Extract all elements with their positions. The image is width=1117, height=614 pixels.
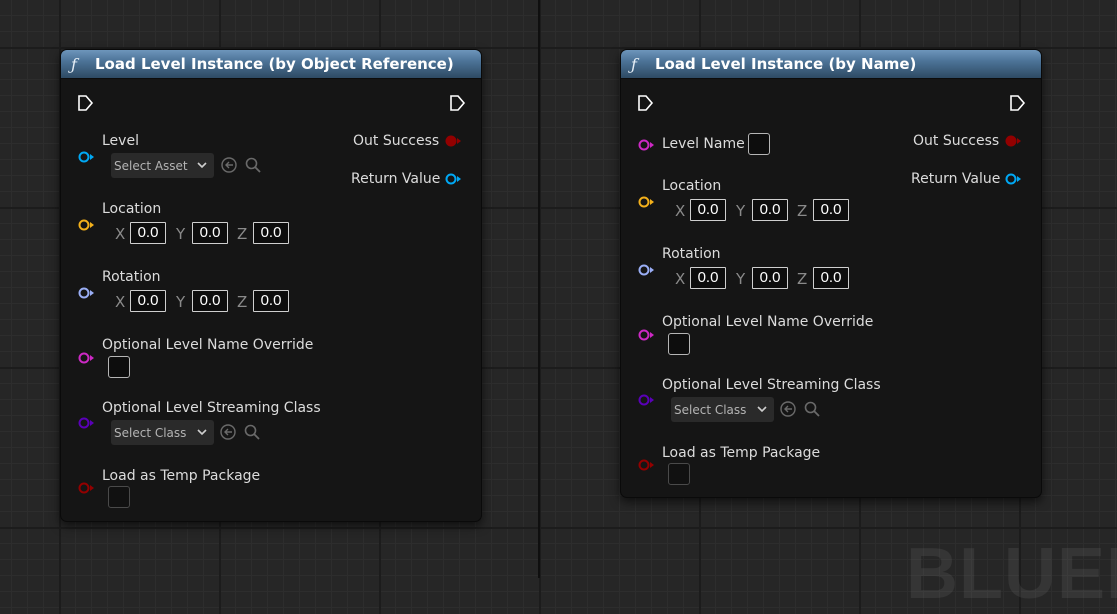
rotation-label: Rotation [662,246,721,262]
name-override-label: Optional Level Name Override [102,337,314,353]
exec-input-pin[interactable] [637,94,655,112]
object-output-pin-icon[interactable] [444,173,462,185]
name-pin-icon[interactable] [637,329,655,341]
function-icon: ƒ [631,54,637,74]
return-value-label: Return Value [351,171,441,187]
object-output-pin-icon[interactable] [1004,173,1022,185]
vector-pin-icon[interactable] [77,219,95,231]
chevron-down-icon [197,429,207,436]
x-axis-label: X [675,202,686,220]
rotation-label: Rotation [102,269,161,285]
out-success-label: Out Success [913,133,1000,149]
browse-search-icon[interactable] [244,156,262,174]
name-pin-icon[interactable] [637,139,655,151]
temp-package-checkbox[interactable] [668,463,690,485]
node-load-level-by-name[interactable]: ƒ Load Level Instance (by Name) Level Na… [620,49,1042,498]
chevron-down-icon [757,406,767,413]
select-class-dropdown[interactable]: Select Class [111,420,214,445]
node-header[interactable]: ƒ Load Level Instance (by Name) [621,50,1041,79]
z-axis-label: Z [237,225,248,243]
x-axis-label: X [115,293,126,311]
vector-pin-icon[interactable] [637,196,655,208]
exec-output-pin[interactable] [449,94,467,112]
location-label: Location [102,201,162,217]
location-z-input[interactable]: 0.0 [253,222,289,244]
node-title: Load Level Instance (by Object Reference… [95,55,454,73]
x-axis-label: X [115,225,126,243]
level-name-input[interactable] [748,133,770,155]
bool-pin-icon[interactable] [637,459,655,471]
function-icon: ƒ [71,54,77,74]
class-pin-icon[interactable] [637,394,655,406]
use-selected-class-icon[interactable] [219,423,237,441]
bool-pin-icon[interactable] [77,482,95,494]
name-override-label: Optional Level Name Override [662,314,874,330]
location-y-input[interactable]: 0.0 [192,222,228,244]
use-selected-class-icon[interactable] [779,400,797,418]
node-header[interactable]: ƒ Load Level Instance (by Object Referen… [61,50,481,79]
streaming-class-label: Optional Level Streaming Class [102,400,321,416]
rotator-pin-icon[interactable] [637,264,655,276]
name-override-input[interactable] [108,356,130,378]
x-axis-label: X [675,270,686,288]
select-asset-dropdown[interactable]: Select Asset [111,153,214,178]
rotation-z-input[interactable]: 0.0 [253,290,289,312]
y-axis-label: Y [736,270,746,288]
out-success-label: Out Success [353,133,440,149]
level-name-label: Level Name [662,136,745,152]
level-label: Level [102,133,139,149]
bool-output-pin-icon[interactable] [444,135,462,147]
streaming-class-label: Optional Level Streaming Class [662,377,881,393]
temp-package-label: Load as Temp Package [102,468,261,484]
location-x-input[interactable]: 0.0 [130,222,166,244]
location-x-input[interactable]: 0.0 [690,199,726,221]
object-pin-icon[interactable] [77,151,95,163]
use-selected-asset-icon[interactable] [220,156,238,174]
bool-output-pin-icon[interactable] [1004,135,1022,147]
return-value-label: Return Value [911,171,1001,187]
rotator-pin-icon[interactable] [77,287,95,299]
rotation-y-input[interactable]: 0.0 [752,267,788,289]
browse-search-icon[interactable] [243,423,261,441]
y-axis-label: Y [176,293,186,311]
rotation-z-input[interactable]: 0.0 [813,267,849,289]
chevron-down-icon [197,162,207,169]
node-title: Load Level Instance (by Name) [655,55,917,73]
node-load-level-by-object-reference[interactable]: ƒ Load Level Instance (by Object Referen… [60,49,482,522]
rotation-x-input[interactable]: 0.0 [690,267,726,289]
blueprint-watermark: BLUEP [906,534,1117,614]
y-axis-label: Y [176,225,186,243]
location-y-input[interactable]: 0.0 [752,199,788,221]
z-axis-label: Z [237,293,248,311]
rotation-x-input[interactable]: 0.0 [130,290,166,312]
location-label: Location [662,178,722,194]
location-z-input[interactable]: 0.0 [813,199,849,221]
graph-origin-axis [538,0,540,578]
name-override-input[interactable] [668,333,690,355]
class-pin-icon[interactable] [77,417,95,429]
browse-search-icon[interactable] [803,400,821,418]
temp-package-label: Load as Temp Package [662,445,821,461]
exec-output-pin[interactable] [1009,94,1027,112]
select-class-dropdown[interactable]: Select Class [671,397,774,422]
z-axis-label: Z [797,270,808,288]
temp-package-checkbox[interactable] [108,486,130,508]
z-axis-label: Z [797,202,808,220]
y-axis-label: Y [736,202,746,220]
rotation-y-input[interactable]: 0.0 [192,290,228,312]
exec-input-pin[interactable] [77,94,95,112]
name-pin-icon[interactable] [77,352,95,364]
